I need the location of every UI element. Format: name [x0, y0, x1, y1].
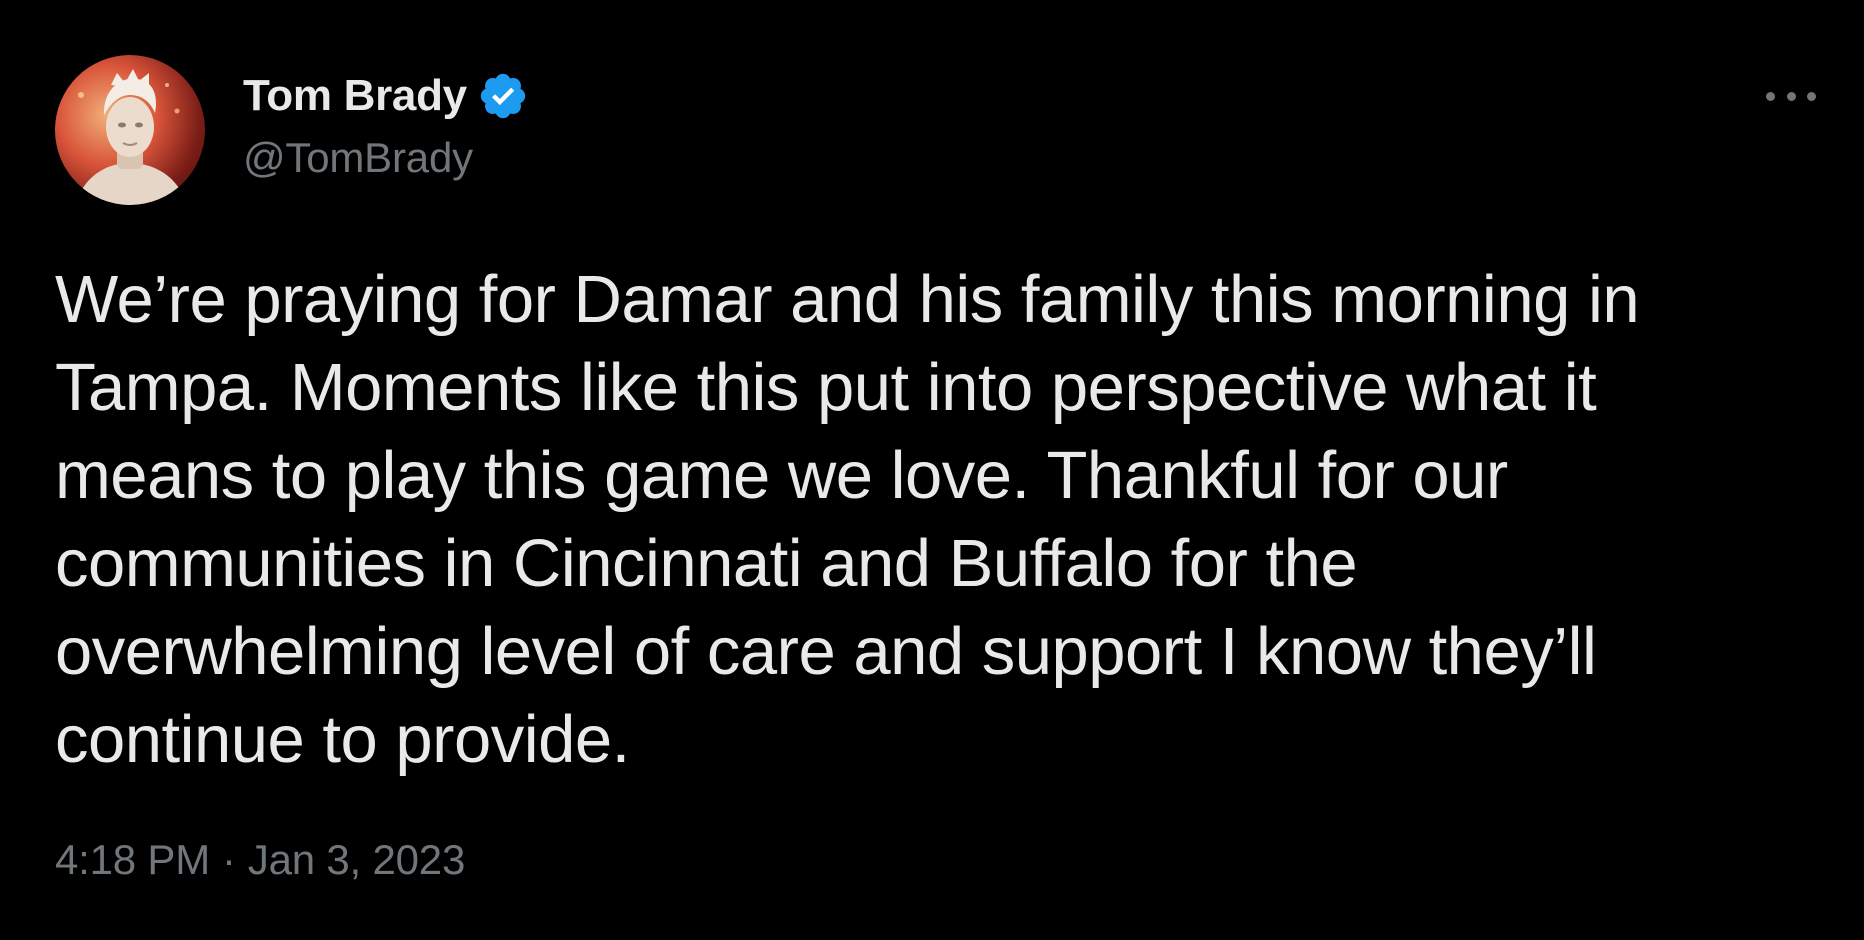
tweet-text-line: We’re praying for Damar and his family t…: [55, 262, 1640, 337]
more-dot: [1807, 91, 1816, 101]
tweet-text-line: continue to provide.: [55, 702, 630, 777]
author-avatar[interactable]: [55, 55, 205, 205]
tweet-timestamp[interactable]: 4:18 PM · Jan 3, 2023: [55, 834, 465, 886]
tweet-text: We’re praying for Damar and his family t…: [55, 256, 1835, 784]
tweet-date: Jan 3, 2023: [247, 836, 466, 883]
meta-separator: ·: [222, 836, 236, 883]
author-display-name[interactable]: Tom Brady: [243, 68, 467, 124]
tweet-card: Tom Brady @TomBrady We’re praying for Da…: [0, 0, 1864, 940]
tweet-text-line: communities in Cincinnati and Buffalo fo…: [55, 526, 1358, 601]
verified-badge-icon[interactable]: [477, 70, 529, 122]
avatar-portrait-image: [75, 69, 187, 205]
tweet-text-line: means to play this game we love. Thankfu…: [55, 438, 1508, 513]
more-dot: [1766, 91, 1775, 101]
more-options-icon[interactable]: [1766, 78, 1816, 114]
tweet-text-line: overwhelming level of care and support I…: [55, 614, 1597, 689]
more-dot: [1786, 91, 1796, 101]
tweet-text-line: Tampa. Moments like this put into perspe…: [55, 350, 1597, 425]
tweet-time: 4:18 PM: [55, 836, 211, 883]
author-name-row: Tom Brady: [243, 68, 529, 124]
author-handle[interactable]: @TomBrady: [243, 132, 473, 184]
